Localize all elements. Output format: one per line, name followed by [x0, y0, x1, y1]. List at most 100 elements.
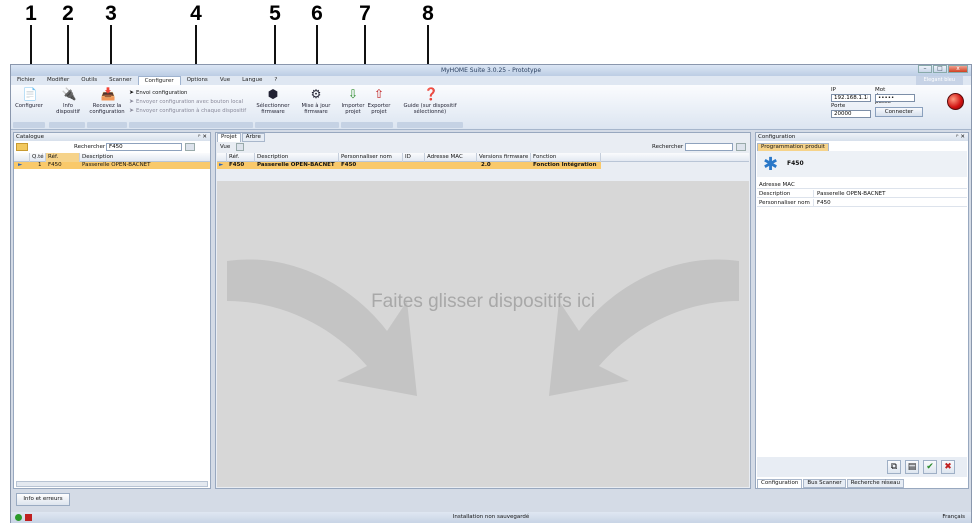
menu-modifier[interactable]: Modifier [41, 76, 75, 85]
clear-search-icon[interactable] [185, 143, 195, 151]
recevez-config-button[interactable]: 📥 Recevez la configuration [87, 88, 127, 116]
theme-badge[interactable]: Elegant bleu [915, 76, 963, 85]
cancel-x-icon[interactable]: ✖ [941, 460, 955, 474]
menu-options[interactable]: Options [181, 76, 214, 85]
col-description[interactable]: Description [80, 153, 210, 162]
apply-check-icon[interactable]: ✔ [923, 460, 937, 474]
panel-pin-icon[interactable]: ᵖ ✕ [956, 133, 965, 141]
col-personnaliser-nom[interactable]: Personnaliser nom [339, 153, 403, 162]
envoyer-chaque-dispositif-button[interactable]: ➤ Envoyer configuration à chaque disposit… [129, 107, 246, 115]
copy-icon[interactable]: ⧉ [887, 460, 901, 474]
cell-description: Passerelle OPEN-BACNET [257, 162, 335, 168]
menu-vue[interactable]: Vue [214, 76, 236, 85]
menu-scanner[interactable]: Scanner [103, 76, 138, 85]
configuration-panel: Configuration ᵖ ✕ Programmation produit … [755, 132, 969, 489]
password-input[interactable] [875, 94, 915, 102]
project-grid-header: Réf. Description Personnaliser nom ID Ad… [217, 153, 749, 162]
port-input[interactable] [831, 110, 871, 118]
device-header: ✱ F450 [757, 151, 967, 177]
config-bottom-tabs: Configuration Bus Scanner Recherche rése… [757, 479, 905, 488]
firmware-update-icon: ⚙ [310, 87, 322, 101]
catalogue-header: Catalogue ᵖ ✕ [14, 133, 210, 141]
status-text: Installation non sauvegardé [452, 514, 530, 520]
config-field-mac: Adresse MAC [757, 181, 967, 189]
config-field-description: Description Passerelle OPEN-BACNET [757, 190, 967, 198]
col-description[interactable]: Description [255, 153, 339, 162]
info-dispositif-button[interactable]: 🔌 Info dispositif [51, 87, 85, 116]
catalogue-scrollbar[interactable] [16, 481, 208, 487]
importer-projet-button[interactable]: ⇩ Importer projet [341, 87, 365, 116]
ribbon: 📄 Configurer 🔌 Info dispositif 📥 Recevez… [11, 85, 971, 130]
send-icon: ➤ [129, 98, 135, 105]
col-adresse-mac[interactable]: Adresse MAC [425, 153, 477, 162]
search-label: Rechercher [74, 144, 106, 150]
catalogue-panel: Catalogue ᵖ ✕ Rechercher Q.té Réf. Descr… [13, 132, 211, 489]
help-icon: ❓ [423, 87, 439, 101]
tab-arbre[interactable]: Arbre [241, 133, 265, 142]
connect-button[interactable]: Connecter [875, 107, 923, 117]
cell-description: Passerelle OPEN-BACNET [82, 162, 151, 168]
paste-icon[interactable]: ▤ [905, 460, 919, 474]
project-search-input[interactable] [685, 143, 733, 151]
drop-zone[interactable]: Faites glisser dispositifs ici [217, 181, 749, 487]
menu-help[interactable]: ? [268, 76, 283, 85]
maximize-button[interactable]: □ [933, 65, 947, 73]
guide-button[interactable]: ❓ Guide (sur dispositif sélectionné) [397, 87, 463, 116]
send-icon: ➤ [129, 107, 135, 114]
cell-versions-firmware: 2.0 [481, 162, 491, 168]
col-versions-firmware[interactable]: Versions firmware [477, 153, 531, 162]
folder-icon[interactable] [16, 143, 28, 151]
configuration-header: Configuration ᵖ ✕ [756, 133, 968, 141]
catalogue-search-input[interactable] [106, 143, 182, 151]
minimize-button[interactable]: – [918, 65, 932, 73]
device-info-icon: 🔌 [61, 87, 77, 101]
envoi-config-button[interactable]: ➤ Envoi configuration [129, 89, 187, 97]
tab-programmation-produit[interactable]: Programmation produit [757, 143, 829, 151]
menu-fichier[interactable]: Fichier [11, 76, 41, 85]
row-indicator-col [14, 153, 30, 162]
ip-input[interactable] [831, 94, 871, 102]
ribbon-group [49, 122, 85, 128]
menu-langue[interactable]: Langue [236, 76, 268, 85]
table-row[interactable]: ► F450 Passerelle OPEN-BACNET F450 2.0 F… [217, 162, 601, 169]
info-errors-button[interactable]: Info et erreurs [16, 493, 70, 506]
configurer-button[interactable]: 📄 Configurer [14, 88, 44, 110]
menu-outils[interactable]: Outils [75, 76, 103, 85]
exporter-projet-button[interactable]: ⇧ Exporter projet [367, 88, 391, 116]
clear-search-icon[interactable] [736, 143, 746, 151]
envoyer-bouton-local-button[interactable]: ➤ Envoyer configuration avec bouton local [129, 98, 243, 106]
selectionner-firmware-button[interactable]: ⬢ Sélectionner firmware [255, 87, 291, 116]
view-toggle-icon[interactable] [236, 143, 244, 151]
tab-recherche-reseau[interactable]: Recherche réseau [846, 479, 904, 488]
tab-configuration[interactable]: Configuration [757, 479, 803, 488]
col-fonction[interactable]: Fonction [531, 153, 601, 162]
cell-qty: 1 [38, 162, 42, 168]
panel-pin-icon[interactable]: ᵖ ✕ [198, 133, 207, 141]
status-bar: Installation non sauvegardé Français [11, 512, 971, 523]
language-indicator: Français [942, 514, 965, 520]
project-search-label: Rechercher [652, 144, 684, 150]
config-tabs: Programmation produit [757, 143, 830, 151]
drop-instruction: Faites glisser dispositifs ici [371, 291, 595, 312]
tab-bus-scanner[interactable]: Bus Scanner [803, 479, 846, 488]
connection-status-light [947, 93, 964, 110]
mise-a-jour-firmware-button[interactable]: ⚙ Mise à jour firmware [294, 87, 338, 116]
row-pointer-icon: ► [219, 162, 224, 168]
window-title: MyHOME Suite 3.0.25 - Prototype [440, 67, 542, 74]
row-pointer-icon: ► [18, 162, 23, 168]
col-ref[interactable]: Réf. [227, 153, 255, 162]
firmware-select-icon: ⬢ [267, 87, 279, 101]
port-label: Porte [831, 103, 846, 109]
tab-projet[interactable]: Projet [217, 133, 241, 142]
close-button[interactable]: x [948, 65, 968, 73]
table-row[interactable]: ► 1 F450 Passerelle OPEN-BACNET [14, 162, 210, 169]
device-name: F450 [787, 160, 804, 167]
configuration-title: Configuration [758, 134, 796, 140]
drop-arrows-graphic [227, 259, 739, 396]
import-icon: ⇩ [347, 87, 359, 101]
cell-ref: F450 [229, 162, 245, 168]
col-qty[interactable]: Q.té [30, 153, 46, 162]
col-id[interactable]: ID [403, 153, 425, 162]
col-ref[interactable]: Réf. [46, 153, 80, 162]
menu-configurer[interactable]: Configurer [137, 76, 181, 85]
